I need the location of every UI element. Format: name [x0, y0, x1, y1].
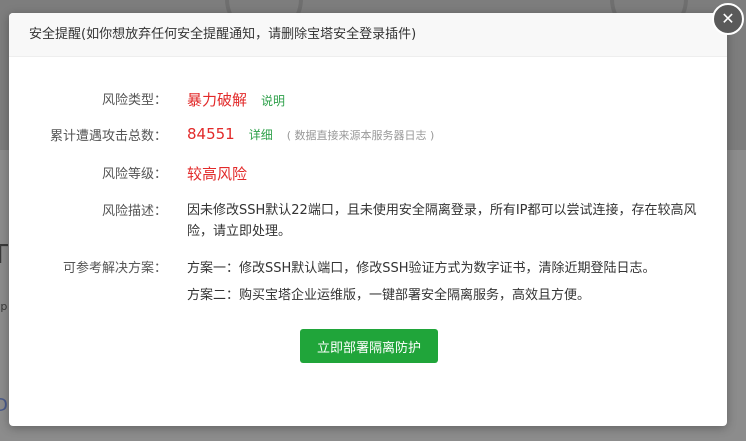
- background-text-fragment: D: [0, 395, 8, 416]
- background-text-fragment: tp: [0, 300, 8, 313]
- security-alert-dialog: 安全提醒(如你想放弃任何安全提醒通知，请删除宝塔安全登录插件) 风险类型： 暴力…: [9, 13, 727, 426]
- background-text-fragment: T: [0, 240, 8, 270]
- risk-level-label: 风险等级：: [101, 167, 167, 182]
- solution-item: 方案二：购买宝塔企业运维版，一键部署安全隔离服务，高效且方便。: [187, 288, 591, 303]
- dialog-title: 安全提醒(如你想放弃任何安全提醒通知，请删除宝塔安全登录插件): [9, 13, 727, 57]
- close-icon[interactable]: ✕: [712, 3, 744, 35]
- attack-count-label: 累计遭遇攻击总数：: [49, 129, 167, 144]
- risk-type-value: 暴力破解: [187, 91, 248, 109]
- risk-description-label: 风险描述：: [101, 204, 167, 219]
- solutions-label: 可参考解决方案：: [62, 261, 167, 276]
- risk-level-value: 较高风险: [187, 165, 248, 183]
- attack-count-detail-link[interactable]: 详细: [249, 128, 273, 142]
- attack-count-value: 84551: [187, 125, 235, 143]
- solution-item: 方案一：修改SSH默认端口，修改SSH验证方式为数字证书，清除近期登陆日志。: [187, 261, 656, 276]
- attack-count-note: ( 数据直接来源本服务器日志 ): [286, 129, 435, 142]
- risk-description-text: 因未修改SSH默认22端口，且未使用安全隔离登录，所有IP都可以尝试连接，存在较…: [187, 203, 697, 239]
- deploy-isolation-button[interactable]: 立即部署隔离防护: [300, 329, 438, 363]
- risk-type-explain-link[interactable]: 说明: [261, 94, 285, 108]
- risk-type-label: 风险类型：: [101, 93, 167, 108]
